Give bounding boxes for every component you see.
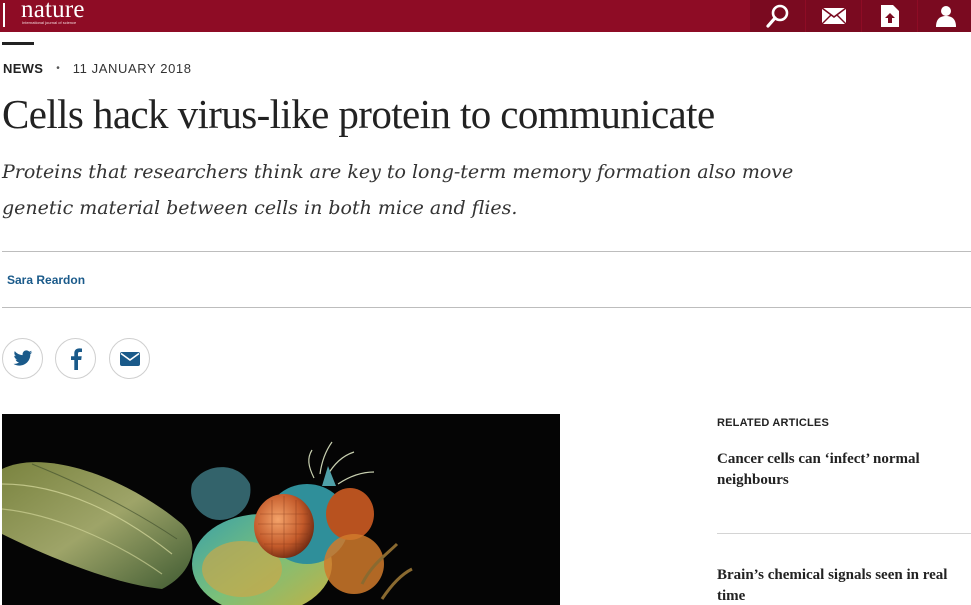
article-title: Cells hack virus-like protein to communi… — [2, 91, 715, 137]
article-type[interactable]: NEWS — [3, 61, 43, 76]
mail-icon — [821, 7, 846, 25]
account-button[interactable] — [918, 0, 971, 32]
share-twitter-button[interactable] — [2, 338, 43, 379]
related-articles-heading: RELATED ARTICLES — [717, 417, 829, 429]
search-icon — [765, 4, 788, 28]
logo-tagline: International journal of science — [22, 20, 77, 25]
upload-button[interactable] — [862, 0, 917, 32]
fly-micrograph-image — [2, 414, 560, 605]
user-icon — [935, 6, 956, 27]
facebook-icon — [70, 347, 82, 370]
top-bar: nature International journal of science — [0, 0, 971, 32]
article-meta: NEWS • 11 JANUARY 2018 — [3, 61, 192, 76]
meta-separator: • — [56, 63, 60, 74]
divider — [2, 307, 971, 308]
divider — [717, 533, 971, 534]
divider — [2, 251, 971, 252]
search-button[interactable] — [750, 0, 805, 32]
twitter-icon — [13, 350, 32, 366]
hero-image — [2, 414, 560, 605]
publish-date: 11 JANUARY 2018 — [72, 61, 192, 76]
email-icon — [119, 351, 140, 366]
section-rule — [2, 42, 34, 45]
mail-button[interactable] — [806, 0, 861, 32]
logo-divider — [3, 3, 5, 27]
article-standfirst: Proteins that researchers think are key … — [2, 161, 794, 219]
nature-logo[interactable]: nature International journal of science — [0, 0, 120, 32]
related-article-link[interactable]: Brain’s chemical signals seen in real ti… — [717, 565, 957, 605]
share-facebook-button[interactable] — [55, 338, 96, 379]
author-link[interactable]: Sara Reardon — [7, 273, 85, 287]
upload-icon — [880, 5, 899, 27]
related-article-link[interactable]: Cancer cells can ‘infect’ normal neighbo… — [717, 449, 957, 491]
share-email-button[interactable] — [109, 338, 150, 379]
